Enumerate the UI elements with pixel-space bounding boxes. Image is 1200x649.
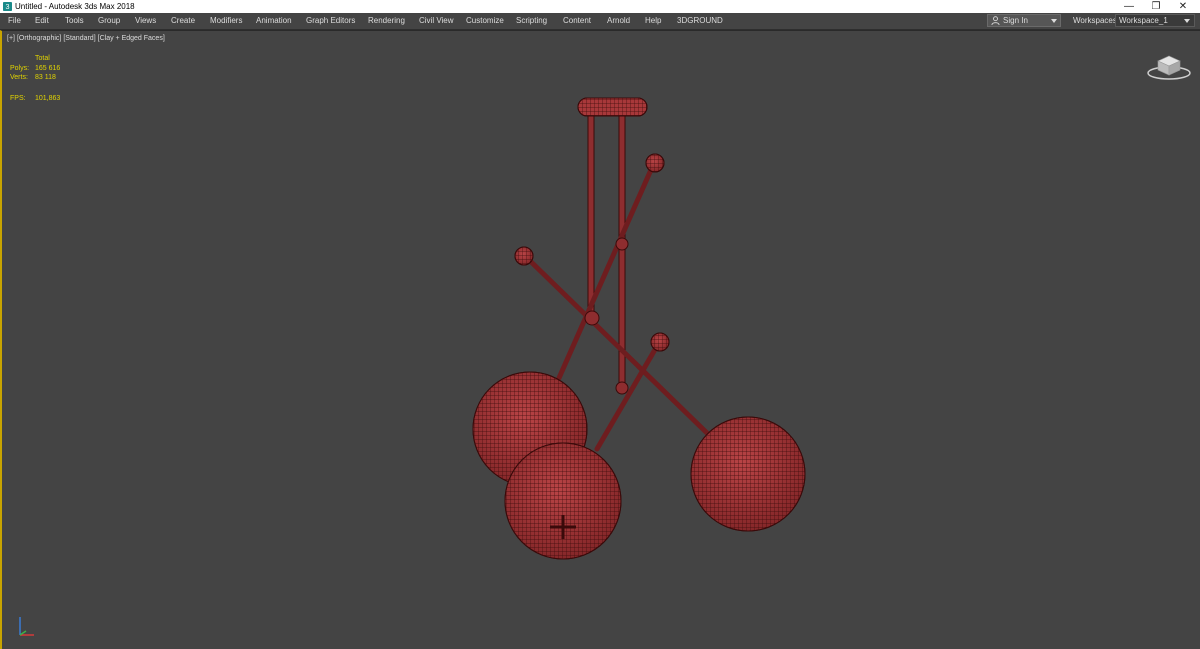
menu-3dground[interactable]: 3DGROUND xyxy=(677,16,723,26)
menu-arnold[interactable]: Arnold xyxy=(607,16,630,26)
menu-tools[interactable]: Tools xyxy=(65,16,84,26)
menu-bar: File Edit Tools Group Views Create Modif… xyxy=(0,13,1200,30)
3dsmax-app-icon: 3 xyxy=(3,2,12,11)
menu-views[interactable]: Views xyxy=(135,16,156,26)
menu-file[interactable]: File xyxy=(8,16,21,26)
menu-group[interactable]: Group xyxy=(98,16,120,26)
workspaces-label: Workspaces: xyxy=(1073,16,1120,25)
window-title: Untitled - Autodesk 3ds Max 2018 xyxy=(15,2,135,11)
scene-canvas[interactable] xyxy=(2,31,1198,649)
chevron-down-icon xyxy=(1051,19,1057,23)
menu-help[interactable]: Help xyxy=(645,16,661,26)
menu-customize[interactable]: Customize xyxy=(466,16,504,26)
workspace-value: Workspace_1 xyxy=(1119,16,1168,25)
close-button[interactable]: ✕ xyxy=(1170,0,1196,13)
menu-create[interactable]: Create xyxy=(171,16,195,26)
perspective-viewport[interactable]: [+] [Orthographic] [Standard] [Clay + Edged… xyxy=(0,30,1200,649)
minimize-button[interactable]: — xyxy=(1116,0,1142,13)
ceiling-canopy xyxy=(577,97,648,117)
axis-tripod-icon xyxy=(19,617,34,636)
menu-content[interactable]: Content xyxy=(563,16,591,26)
menu-animation[interactable]: Animation xyxy=(256,16,292,26)
menu-rendering[interactable]: Rendering xyxy=(368,16,405,26)
user-icon xyxy=(991,16,1000,25)
restore-button[interactable]: ❐ xyxy=(1143,0,1169,13)
menu-modifiers[interactable]: Modifiers xyxy=(210,16,242,26)
chevron-down-icon xyxy=(1184,19,1190,23)
menu-edit[interactable]: Edit xyxy=(35,16,49,26)
menu-scripting[interactable]: Scripting xyxy=(516,16,547,26)
chandelier-model[interactable] xyxy=(472,97,806,560)
menu-civil-view[interactable]: Civil View xyxy=(419,16,454,26)
workspace-select[interactable]: Workspace_1 xyxy=(1115,14,1195,27)
menu-graph-editors[interactable]: Graph Editors xyxy=(306,16,355,26)
svg-text:3: 3 xyxy=(6,2,10,11)
sign-in-dropdown[interactable]: Sign In xyxy=(987,14,1061,27)
sign-in-label: Sign In xyxy=(1003,16,1028,25)
title-bar: 3 Untitled - Autodesk 3ds Max 2018 — ❐ ✕ xyxy=(0,0,1200,13)
globe-shades xyxy=(472,371,806,560)
